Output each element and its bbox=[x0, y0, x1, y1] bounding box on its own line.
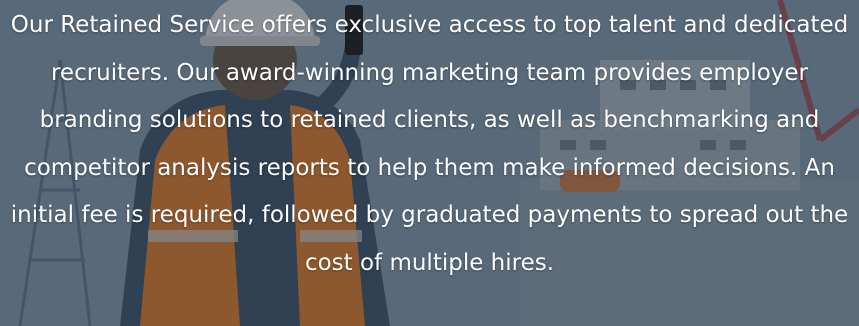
hero-section: Our Retained Service offers exclusive ac… bbox=[0, 0, 859, 326]
retained-service-description: Our Retained Service offers exclusive ac… bbox=[10, 12, 849, 276]
